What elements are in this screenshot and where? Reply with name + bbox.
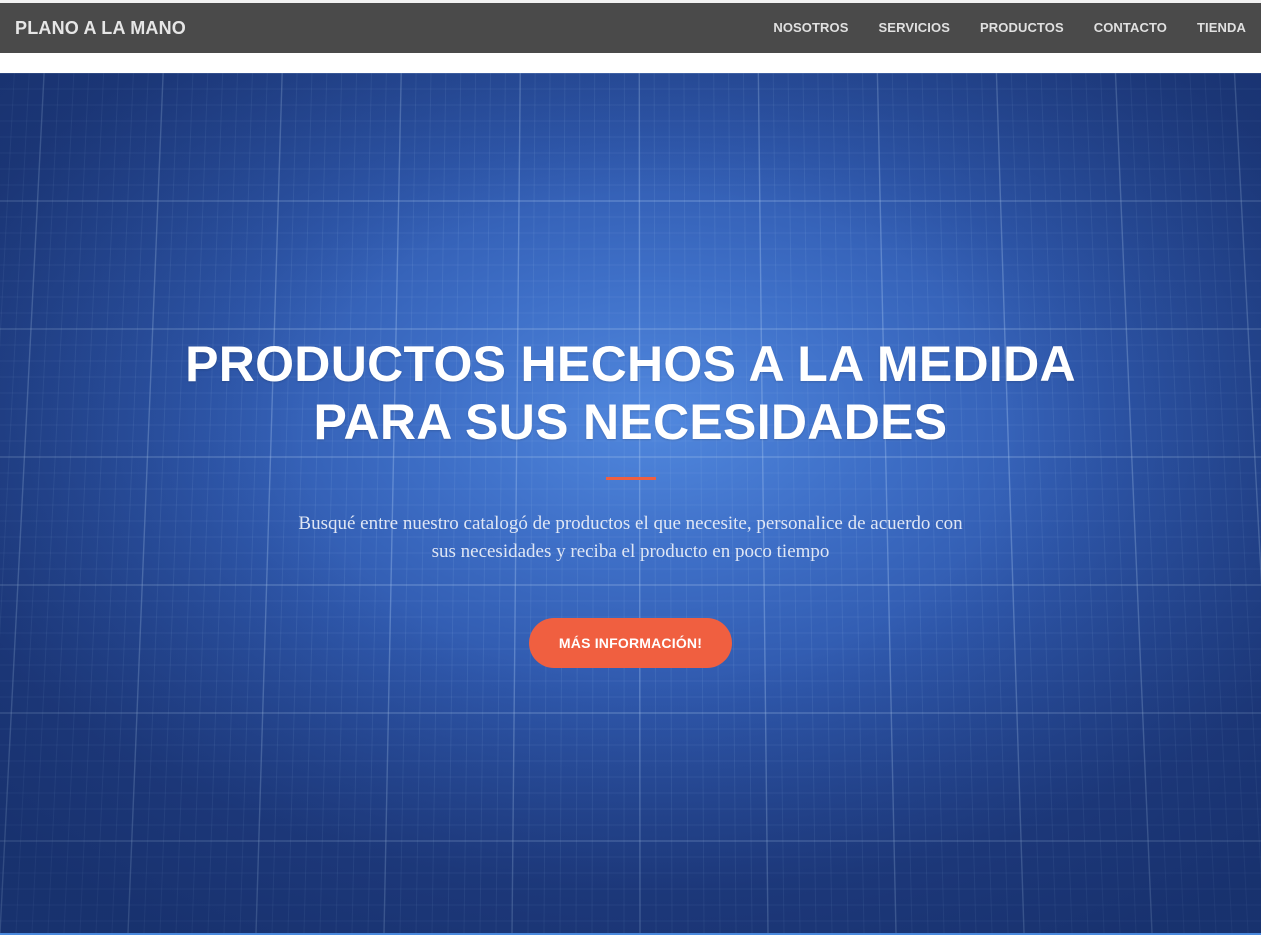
hero-subtitle-line-1: Busqué entre nuestro catalogó de product… xyxy=(298,513,963,534)
hero-section: PRODUCTOS HECHOS A LA MEDIDA PARA SUS NE… xyxy=(0,73,1261,933)
title-divider xyxy=(605,477,656,480)
hero-title-line-1: PRODUCTOS HECHOS A LA MEDIDA xyxy=(185,336,1076,392)
hero-title: PRODUCTOS HECHOS A LA MEDIDA PARA SUS NE… xyxy=(0,335,1261,451)
nav-link-nosotros[interactable]: NOSOTROS xyxy=(758,3,863,53)
hero-subtitle-line-2: sus necesidades y reciba el producto en … xyxy=(431,541,830,562)
nav-link-productos[interactable]: PRODUCTOS xyxy=(965,3,1079,53)
brand-logo-link[interactable]: PLANO A LA MANO xyxy=(15,18,186,39)
nav-links: NOSOTROS SERVICIOS PRODUCTOS CONTACTO TI… xyxy=(758,3,1261,53)
hero-content: PRODUCTOS HECHOS A LA MEDIDA PARA SUS NE… xyxy=(0,335,1261,668)
nav-link-tienda[interactable]: TIENDA xyxy=(1182,3,1261,53)
nav-link-contacto[interactable]: CONTACTO xyxy=(1079,3,1182,53)
nav-link-servicios[interactable]: SERVICIOS xyxy=(864,3,965,53)
hero-subtitle: Busqué entre nuestro catalogó de product… xyxy=(231,510,1031,566)
navbar: PLANO A LA MANO NOSOTROS SERVICIOS PRODU… xyxy=(0,3,1261,53)
mas-informacion-button[interactable]: MÁS INFORMACIÓN! xyxy=(528,618,733,668)
header-spacer xyxy=(0,53,1261,73)
hero-title-line-2: PARA SUS NECESIDADES xyxy=(313,394,948,450)
